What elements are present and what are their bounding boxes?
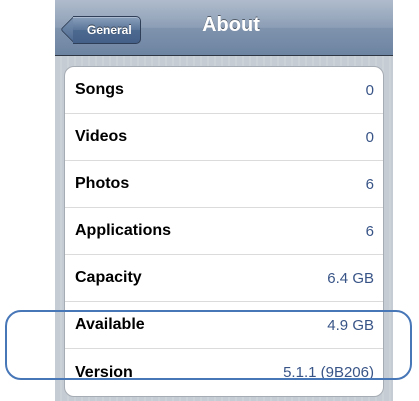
row-value: 4.9 GB bbox=[327, 316, 374, 334]
row-value: 6 bbox=[365, 175, 374, 193]
row-label: Version bbox=[75, 363, 133, 381]
info-row-available: Available 4.9 GB bbox=[65, 302, 383, 349]
info-row-applications: Applications 6 bbox=[65, 208, 383, 255]
navigation-bar: General About bbox=[55, 0, 393, 56]
row-label: Available bbox=[75, 316, 145, 333]
row-value: 0 bbox=[365, 128, 374, 146]
row-label: Photos bbox=[75, 175, 130, 192]
back-button-general[interactable]: General bbox=[60, 16, 141, 44]
info-row-songs: Songs 0 bbox=[65, 67, 383, 114]
row-value: 5.1.1 (9B206) bbox=[283, 364, 374, 381]
info-row-capacity: Capacity 6.4 GB bbox=[65, 255, 383, 302]
row-value: 6 bbox=[365, 222, 374, 240]
row-value: 0 bbox=[365, 81, 374, 99]
settings-screen: General About Songs 0 Videos 0 Photos 6 … bbox=[55, 0, 393, 401]
row-label: Capacity bbox=[75, 269, 142, 286]
row-label: Videos bbox=[75, 128, 128, 145]
info-row-photos: Photos 6 bbox=[65, 161, 383, 208]
about-info-group: Songs 0 Videos 0 Photos 6 Applications 6… bbox=[64, 66, 384, 397]
row-label: Songs bbox=[75, 81, 124, 98]
row-label: Applications bbox=[75, 222, 172, 239]
info-row-videos: Videos 0 bbox=[65, 114, 383, 161]
row-value: 6.4 GB bbox=[327, 269, 374, 287]
info-row-version: Version 5.1.1 (9B206) bbox=[65, 349, 383, 396]
back-button-label: General bbox=[87, 23, 132, 37]
